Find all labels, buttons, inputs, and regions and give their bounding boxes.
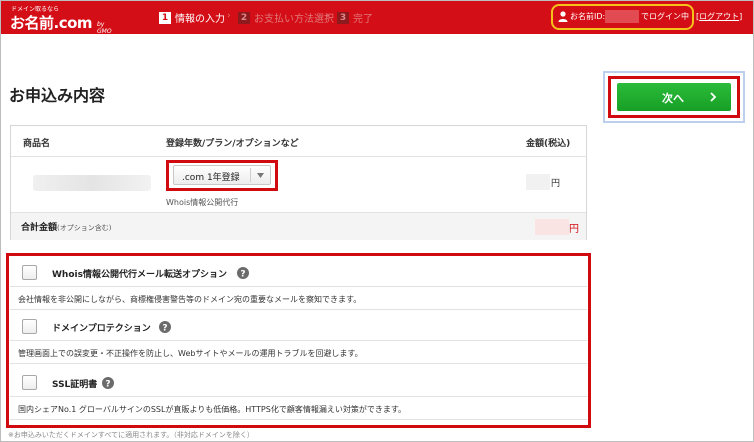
next-button-label: 次へ	[662, 93, 684, 105]
product-name-masked	[33, 175, 151, 191]
option-title: SSL証明書	[52, 380, 98, 390]
step-2-label: お支払い方法選択	[254, 14, 334, 25]
option-description-row: 管理画面上での誤変更・不正操作を防止し、Webサイトやメールの運用トラブルを回避…	[10, 340, 587, 364]
step-separator-icon: ›	[326, 11, 330, 21]
plan-select[interactable]: .com 1年登録	[173, 165, 271, 185]
total-label: 合計金額(オプション含む)	[21, 220, 111, 233]
domain-protection-checkbox[interactable]	[22, 319, 37, 334]
help-icon[interactable]: ?	[159, 321, 171, 333]
help-icon[interactable]: ?	[102, 377, 114, 389]
svg-text:?: ?	[162, 323, 167, 333]
footnote: ※お申込みいただくドメインすべてに適用されます。（非対応ドメインを除く）	[8, 431, 254, 439]
option-description: 会社情報を非公開にしながら、商標権侵害警告等のドメイン宛の重要なメールを察知でき…	[18, 295, 362, 304]
step-2-number: 2	[238, 11, 250, 24]
step-2: 2 お支払い方法選択	[238, 10, 334, 25]
option-title: Whois情報公開代行メール転送オプション	[52, 270, 227, 280]
logo-sub: by GMO	[97, 21, 112, 35]
logo-text: お名前.com	[10, 14, 93, 32]
page-title: お申込み内容	[9, 86, 106, 105]
logout-bracket-close: ]	[739, 12, 743, 21]
table-header-row: 商品名 登録年数/プラン/オプションなど 金額(税込)	[11, 126, 586, 157]
whois-privacy-note: Whois情報公開代行	[166, 198, 239, 207]
logout-link[interactable]: [ログアウト]	[696, 11, 742, 22]
step-3-number: 3	[337, 11, 349, 24]
table-row: .com 1年登録 Whois情報公開代行 円	[11, 157, 586, 213]
step-3-label: 完了	[353, 14, 373, 25]
svg-text:?: ?	[105, 379, 110, 389]
option-title: ドメインプロテクション	[52, 324, 151, 334]
chevron-right-icon	[710, 92, 717, 102]
logout-label: ログアウト	[699, 12, 740, 21]
step-3: 3 完了	[337, 10, 373, 25]
onamae-logo[interactable]: ドメイン取るなら お名前.com by GMO	[9, 3, 119, 35]
option-description: 国内シェアNo.1 グローバルサインのSSLが直販よりも低価格。HTTPS化で顧…	[18, 405, 407, 414]
caret-down-icon	[257, 173, 264, 178]
plan-column-header: 登録年数/プラン/オプションなど	[166, 139, 299, 149]
user-icon	[558, 11, 568, 22]
option-description-row: 会社情報を非公開にしながら、商標権侵害警告等のドメイン宛の重要なメールを察知でき…	[10, 286, 587, 310]
total-amount-masked	[535, 219, 569, 235]
svg-text:?: ?	[240, 269, 245, 279]
price-masked	[526, 174, 550, 190]
help-icon[interactable]: ?	[237, 267, 249, 279]
step-1-label: 情報の入力	[175, 14, 225, 25]
option-title-row: SSL証明書 ?	[10, 368, 587, 396]
total-label-sub: (オプション含む)	[57, 224, 112, 232]
total-row: 合計金額(オプション含む) 円	[11, 213, 586, 240]
login-id-masked	[605, 10, 639, 23]
plan-select-value: .com 1年登録	[182, 173, 240, 183]
total-label-text: 合計金額	[21, 223, 58, 233]
option-title-row: ドメインプロテクション ?	[10, 312, 587, 340]
login-id-label: お名前ID:	[570, 12, 606, 21]
product-column-header: 商品名	[23, 139, 51, 149]
next-button[interactable]: 次へ	[617, 83, 731, 111]
ssl-certificate-checkbox[interactable]	[22, 375, 37, 390]
price-column-header: 金額(税込)	[526, 139, 571, 149]
option-description: 管理画面上での誤変更・不正操作を防止し、Webサイトやメールの運用トラブルを回避…	[18, 349, 363, 358]
total-unit: 円	[569, 224, 579, 235]
whois-mail-forward-checkbox[interactable]	[22, 265, 37, 280]
price-unit: 円	[551, 179, 561, 189]
order-table: 商品名 登録年数/プラン/オプションなど 金額(税込) .com 1年登録 Wh…	[10, 125, 587, 240]
login-status-text: でログイン中	[641, 12, 689, 21]
plan-select-divider	[250, 168, 251, 182]
step-separator-icon: ›	[227, 11, 231, 21]
step-1-number: 1	[159, 11, 171, 24]
option-description-row: 国内シェアNo.1 グローバルサインのSSLが直販よりも低価格。HTTPS化で顧…	[10, 396, 587, 420]
option-title-row: Whois情報公開代行メール転送オプション ?	[10, 258, 587, 286]
step-1: 1 情報の入力	[159, 10, 225, 25]
